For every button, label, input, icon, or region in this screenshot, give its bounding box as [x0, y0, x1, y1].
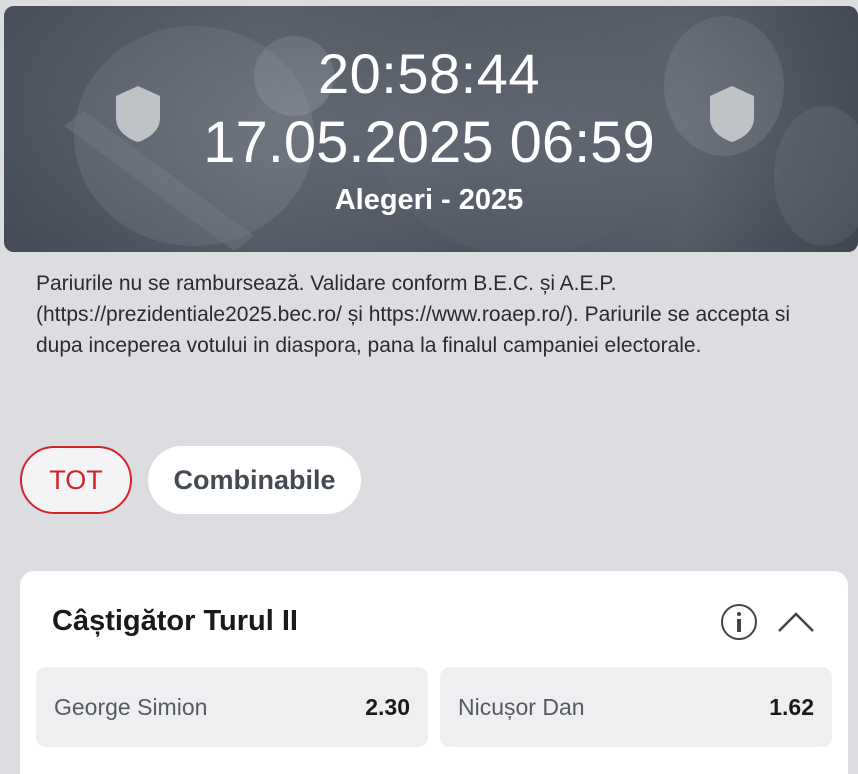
event-title: Alegeri - 2025: [334, 184, 524, 216]
info-icon[interactable]: [720, 603, 758, 641]
odd-button-nicusor-dan[interactable]: Nicușor Dan 1.62: [440, 667, 832, 747]
betting-notice: Pariurile nu se rambursează. Validare co…: [36, 272, 791, 357]
filter-all-button[interactable]: TOT: [20, 446, 132, 514]
chevron-up-icon[interactable]: [776, 607, 816, 637]
outcome-name: George Simion: [54, 693, 208, 720]
event-datetime: 17.05.2025 06:59: [203, 110, 655, 175]
countdown-timer: 20:58:44: [318, 42, 540, 105]
odd-button-george-simion[interactable]: George Simion 2.30: [36, 667, 428, 747]
outcome-odds: 1.62: [769, 693, 814, 720]
market-card: Câștigător Turul II George Simion 2.30 N…: [20, 571, 848, 774]
market-title: Câștigător Turul II: [52, 605, 298, 637]
outcome-name: Nicușor Dan: [458, 693, 585, 720]
filter-combinable-button[interactable]: Combinabile: [148, 446, 361, 514]
outcome-odds: 2.30: [365, 693, 410, 720]
